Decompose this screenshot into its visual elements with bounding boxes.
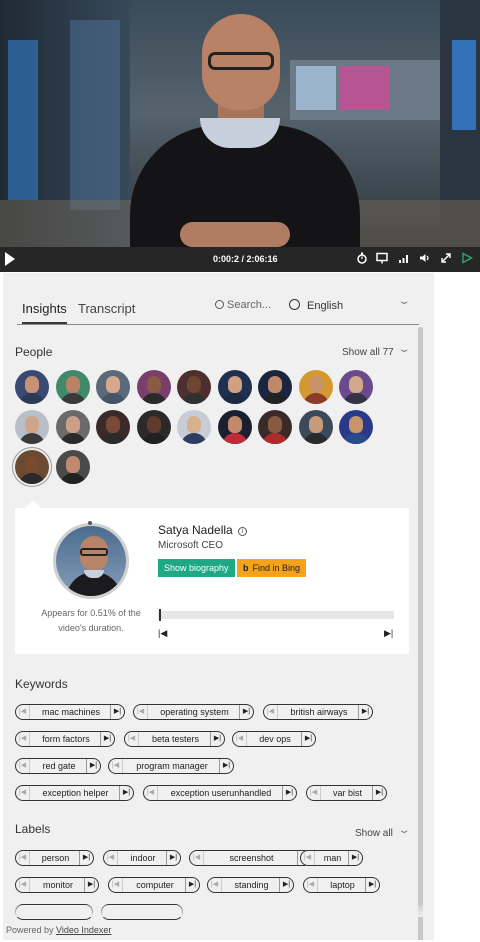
labels-chevron-down-icon[interactable]: ⌄ [397, 825, 410, 836]
volume-icon[interactable] [419, 252, 431, 268]
powered-by-label: Powered by [6, 925, 54, 935]
keyword-chip[interactable]: |◀ mac machines ▶| [15, 704, 125, 720]
show-biography-button[interactable]: Show biography [158, 559, 235, 577]
keyword-chip[interactable]: |◀ var bist ▶| [306, 785, 387, 801]
labels-section-title: Labels [15, 822, 51, 836]
label-chip[interactable]: |◀ computer ▶| [108, 877, 200, 893]
person-avatar-thumb[interactable] [96, 370, 130, 404]
keyword-chip[interactable]: |◀ exception helper ▶| [15, 785, 134, 801]
playback-time: 0:00:2 / 2:06:16 [213, 254, 278, 264]
search-placeholder: Search... [227, 299, 272, 311]
video-frame-screen [296, 66, 336, 110]
keyword-chip[interactable]: |◀ operating system ▶| [133, 704, 254, 720]
label-chip[interactable]: |◀ indoor ▶| [103, 850, 181, 866]
keyword-chip[interactable]: |◀ beta testers ▶| [124, 731, 225, 747]
video-indexer-link[interactable]: Video Indexer [56, 925, 111, 935]
video-frame-screen [340, 66, 390, 110]
keyword-chip[interactable]: |◀ red gate ▶| [15, 758, 101, 774]
info-icon[interactable]: i [237, 527, 247, 536]
keyword-chip[interactable]: |◀ british airways ▶| [263, 704, 373, 720]
language-label: English [307, 300, 344, 312]
label-chip[interactable]: |◀screenshot▶| [189, 850, 312, 866]
person-avatar-thumb[interactable] [15, 370, 49, 404]
tab-insights[interactable]: Insights [22, 301, 67, 324]
play-next-icon[interactable] [461, 252, 473, 268]
person-avatar-thumb[interactable] [258, 370, 292, 404]
speaker-hands [180, 222, 290, 247]
appearance-marker [159, 609, 161, 621]
find-in-bing-label: Find in Bing [252, 563, 301, 573]
person-avatar-thumb[interactable] [339, 370, 373, 404]
person-avatar-thumb[interactable] [298, 370, 333, 404]
previous-appearance-icon[interactable]: |◀ [158, 628, 167, 639]
scrollbar[interactable] [418, 327, 423, 940]
video-frame-window [70, 20, 120, 210]
search-icon [215, 300, 224, 309]
language-select[interactable]: English [289, 298, 343, 312]
person-avatar-thumb[interactable] [136, 370, 171, 404]
keyword-chip[interactable]: |◀ exception userunhandled ▶| [143, 785, 297, 801]
search-input[interactable]: Search... [215, 299, 271, 311]
people-show-all-link[interactable]: Show all 77 [342, 347, 394, 358]
person-name-text: Satya Nadella [158, 523, 233, 537]
keywords-section-title: Keywords [15, 677, 68, 691]
person-avatar-thumb[interactable] [217, 410, 252, 444]
person-avatar-thumb[interactable] [136, 410, 171, 444]
video-frame-window [452, 40, 476, 130]
card-pointer [25, 500, 41, 508]
appearance-timeline[interactable] [158, 611, 394, 619]
stopwatch-icon[interactable] [356, 252, 368, 268]
person-avatar-thumb[interactable] [258, 410, 292, 444]
person-avatar-thumb[interactable] [298, 410, 333, 444]
globe-icon [289, 299, 300, 310]
play-icon[interactable] [5, 252, 15, 266]
captions-icon[interactable] [376, 252, 388, 268]
person-name: Satya Nadella i [158, 523, 247, 537]
label-chip[interactable]: |◀ standing ▶| [207, 877, 294, 893]
bing-icon: b [243, 563, 249, 573]
appearance-text: Appears for 0.51% of the video's duratio… [41, 608, 141, 633]
label-chip[interactable]: |◀ person ▶| [15, 850, 94, 866]
person-avatar-thumb[interactable] [55, 450, 90, 484]
quality-icon[interactable] [398, 252, 410, 268]
people-section-title: People [15, 345, 53, 359]
language-chevron-down-icon[interactable]: ⌄ [397, 296, 410, 307]
keyword-chip[interactable]: |◀ form factors ▶| [15, 731, 115, 747]
video-frame-window [8, 40, 38, 200]
fullscreen-icon[interactable] [440, 252, 452, 268]
person-title: Microsoft CEO [158, 540, 224, 551]
tab-transcript[interactable]: Transcript [78, 301, 135, 316]
speaker-glasses [208, 52, 274, 70]
insights-panel: Insights Transcript Search... English ⌄ … [3, 273, 434, 940]
avatar-indicator [88, 521, 92, 525]
next-appearance-icon[interactable]: ▶| [384, 628, 393, 639]
person-avatar-thumb[interactable] [339, 410, 373, 444]
find-in-bing-button[interactable]: b Find in Bing [237, 559, 307, 577]
person-avatar-thumb[interactable] [55, 370, 90, 404]
person-avatar-thumb[interactable] [177, 370, 211, 404]
player-control-bar: 0:00:2 / 2:06:16 [0, 247, 480, 272]
people-chevron-down-icon[interactable]: ⌄ [397, 344, 410, 355]
video-player[interactable] [0, 0, 480, 247]
labels-show-all-link[interactable]: Show all [355, 828, 393, 839]
person-avatar-thumb[interactable] [217, 370, 252, 404]
keyword-chip[interactable]: |◀ program manager ▶| [108, 758, 234, 774]
person-avatar [53, 523, 129, 599]
keyword-chip[interactable]: |◀ dev ops ▶| [232, 731, 316, 747]
person-avatar-thumb[interactable] [96, 410, 130, 444]
scroll-fade [3, 905, 434, 917]
label-chip[interactable]: |◀ laptop ▶| [303, 877, 380, 893]
powered-by: Powered by Video Indexer [6, 925, 111, 935]
person-avatar-thumb[interactable] [15, 450, 49, 484]
label-chip[interactable]: |◀ man ▶| [300, 850, 363, 866]
person-avatar-thumb[interactable] [15, 410, 49, 444]
person-avatar-thumb[interactable] [177, 410, 211, 444]
person-card: Appears for 0.51% of the video's duratio… [15, 508, 409, 654]
person-avatar-thumb[interactable] [55, 410, 90, 444]
label-chip[interactable]: |◀ monitor ▶| [15, 877, 99, 893]
